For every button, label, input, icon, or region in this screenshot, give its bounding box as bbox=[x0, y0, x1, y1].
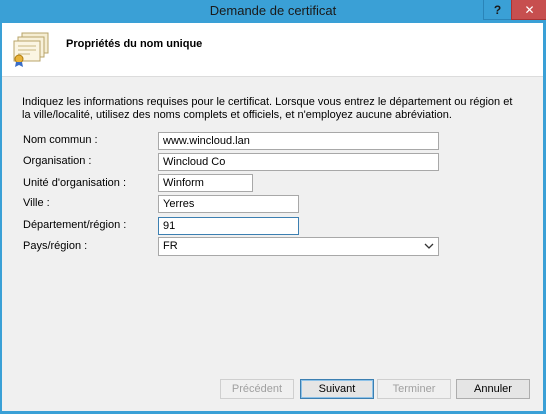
certificate-icon bbox=[13, 32, 49, 67]
header-panel: Propriétés du nom unique bbox=[2, 23, 543, 77]
chevron-down-icon bbox=[424, 243, 434, 249]
common-name-label: Nom commun : bbox=[23, 134, 98, 146]
city-input[interactable]: Yerres bbox=[158, 195, 299, 213]
country-select-value: FR bbox=[163, 240, 178, 252]
intro-text: Indiquez les informations requises pour … bbox=[22, 96, 513, 121]
finish-button[interactable]: Terminer bbox=[377, 379, 451, 399]
state-label: Département/région : bbox=[23, 219, 127, 231]
org-unit-label: Unité d'organisation : bbox=[23, 177, 126, 189]
state-input[interactable]: 91 bbox=[158, 217, 299, 235]
common-name-input[interactable]: www.wincloud.lan bbox=[158, 132, 439, 150]
dialog-body: Propriétés du nom unique Indiquez les in… bbox=[2, 23, 543, 411]
organization-label: Organisation : bbox=[23, 155, 92, 167]
organization-input[interactable]: Wincloud Co bbox=[158, 153, 439, 171]
close-button[interactable]: ✕ bbox=[511, 0, 546, 20]
next-button[interactable]: Suivant bbox=[300, 379, 374, 399]
org-unit-input[interactable]: Winform bbox=[158, 174, 253, 192]
country-select[interactable]: FR bbox=[158, 237, 439, 256]
country-label: Pays/région : bbox=[23, 240, 88, 252]
city-label: Ville : bbox=[23, 197, 50, 209]
previous-button[interactable]: Précédent bbox=[220, 379, 294, 399]
title-bar[interactable]: Demande de certificat ? ✕ bbox=[0, 0, 546, 22]
cancel-button[interactable]: Annuler bbox=[456, 379, 530, 399]
help-button[interactable]: ? bbox=[483, 0, 512, 20]
window-title: Demande de certificat bbox=[209, 3, 337, 18]
page-title: Propriétés du nom unique bbox=[66, 38, 203, 50]
dialog-window: Demande de certificat ? ✕ Propriétés du … bbox=[0, 0, 546, 414]
